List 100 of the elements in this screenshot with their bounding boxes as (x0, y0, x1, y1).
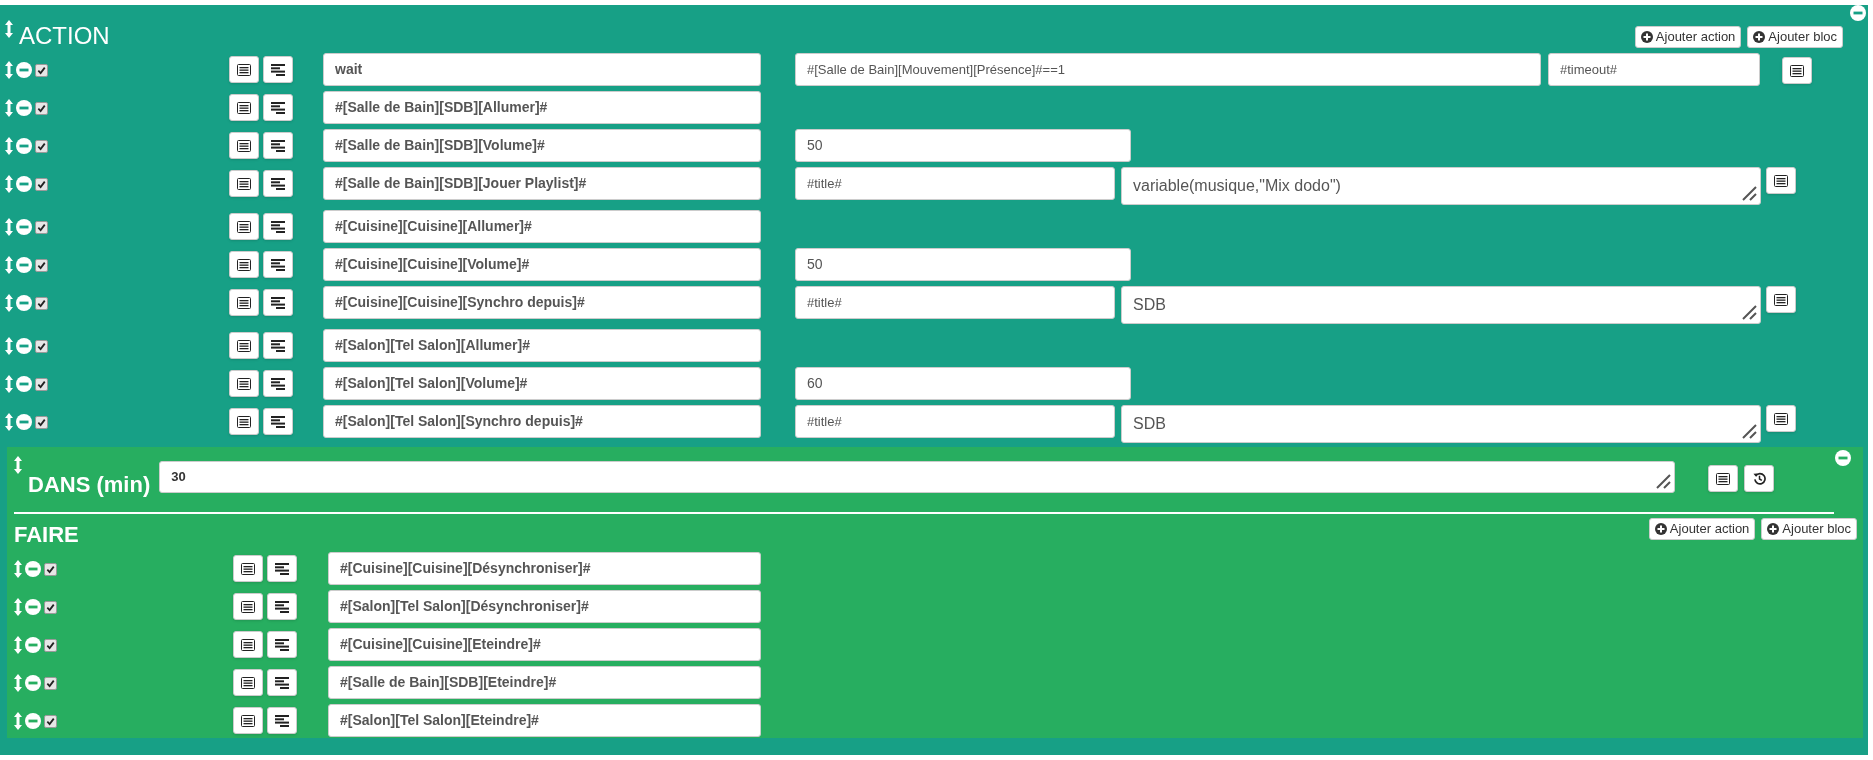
timeout-field[interactable]: #timeout# (1548, 53, 1760, 86)
align-button[interactable] (263, 132, 293, 159)
move-handle-icon[interactable] (5, 175, 13, 193)
enable-checkbox[interactable] (35, 177, 48, 191)
command-field[interactable]: #[Salon][Tel Salon][Synchro depuis]# (323, 405, 761, 438)
delay-field[interactable]: 30 (159, 461, 1676, 493)
options-button[interactable] (1766, 167, 1796, 194)
message-textarea[interactable]: SDB (1121, 405, 1761, 443)
enable-checkbox[interactable] (44, 714, 57, 728)
enable-checkbox[interactable] (35, 139, 48, 153)
options-button[interactable] (1766, 286, 1796, 313)
resize-grip-icon[interactable] (1741, 423, 1757, 439)
enable-checkbox[interactable] (35, 101, 48, 115)
move-handle-icon[interactable] (14, 636, 22, 654)
list-button[interactable] (229, 332, 259, 359)
message-textarea[interactable]: SDB (1121, 286, 1761, 324)
move-handle-icon[interactable] (14, 712, 22, 730)
command-field[interactable]: #[Salon][Tel Salon][Désynchroniser]# (328, 590, 761, 623)
history-button[interactable] (1744, 465, 1775, 492)
list-button[interactable] (229, 289, 259, 316)
list-button[interactable] (229, 170, 259, 197)
list-button[interactable] (233, 555, 263, 582)
command-field[interactable]: #[Salle de Bain][SDB][Allumer]# (323, 91, 761, 124)
move-handle-icon[interactable] (5, 218, 13, 236)
value-field[interactable]: 60 (795, 367, 1131, 400)
list-button[interactable] (229, 370, 259, 397)
options-button[interactable] (1782, 57, 1812, 84)
align-button[interactable] (263, 170, 293, 197)
command-field[interactable]: #[Cuisine][Cuisine][Allumer]# (323, 210, 761, 243)
command-field[interactable]: #[Salon][Tel Salon][Allumer]# (323, 329, 761, 362)
move-handle-icon[interactable] (5, 61, 13, 79)
move-handle-icon[interactable] (14, 560, 22, 578)
move-handle-icon[interactable] (14, 674, 22, 692)
command-field[interactable]: #[Cuisine][Cuisine][Eteindre]# (328, 628, 761, 661)
align-button[interactable] (263, 370, 293, 397)
list-button[interactable] (229, 94, 259, 121)
list-button[interactable] (233, 669, 263, 696)
remove-icon[interactable] (1850, 5, 1866, 21)
list-button[interactable] (229, 56, 259, 83)
command-field[interactable]: #[Salle de Bain][SDB][Eteindre]# (328, 666, 761, 699)
command-field[interactable]: #[Salon][Tel Salon][Volume]# (323, 367, 761, 400)
align-button[interactable] (263, 56, 293, 83)
command-field[interactable]: #[Salle de Bain][SDB][Volume]# (323, 129, 761, 162)
title-field[interactable]: #title# (795, 405, 1115, 438)
command-field[interactable]: #[Cuisine][Cuisine][Synchro depuis]# (323, 286, 761, 319)
value-field[interactable]: 50 (795, 248, 1131, 281)
align-button[interactable] (267, 707, 297, 734)
list-button[interactable] (233, 707, 263, 734)
enable-checkbox[interactable] (44, 638, 57, 652)
enable-checkbox[interactable] (44, 562, 57, 576)
enable-checkbox[interactable] (44, 600, 57, 614)
align-button[interactable] (263, 332, 293, 359)
list-button[interactable] (229, 408, 259, 435)
move-handle-icon[interactable] (5, 256, 13, 274)
align-button[interactable] (267, 669, 297, 696)
add-button[interactable]: Ajouter action (1648, 518, 1756, 540)
list-button[interactable] (229, 213, 259, 240)
align-button[interactable] (263, 94, 293, 121)
move-handle-icon[interactable] (5, 375, 13, 393)
add-button[interactable]: Ajouter action (1634, 26, 1742, 48)
list-button[interactable] (229, 132, 259, 159)
enable-checkbox[interactable] (44, 676, 57, 690)
list-button[interactable] (233, 631, 263, 658)
align-button[interactable] (263, 213, 293, 240)
command-field[interactable]: #[Salle de Bain][SDB][Jouer Playlist]# (323, 167, 761, 200)
move-handle-icon[interactable] (5, 20, 13, 38)
command-field[interactable]: wait (323, 53, 761, 86)
options-button[interactable] (1708, 465, 1739, 492)
command-field[interactable]: #[Cuisine][Cuisine][Volume]# (323, 248, 761, 281)
add-button[interactable]: Ajouter bloc (1747, 26, 1843, 48)
resize-grip-icon[interactable] (1655, 473, 1672, 489)
align-button[interactable] (263, 408, 293, 435)
title-field[interactable]: #title# (795, 286, 1115, 319)
command-field[interactable]: #[Cuisine][Cuisine][Désynchroniser]# (328, 552, 761, 585)
enable-checkbox[interactable] (35, 258, 48, 272)
enable-checkbox[interactable] (35, 296, 48, 310)
move-handle-icon[interactable] (5, 337, 13, 355)
move-handle-icon[interactable] (5, 99, 13, 117)
command-field[interactable]: #[Salon][Tel Salon][Eteindre]# (328, 704, 761, 737)
message-textarea[interactable]: variable(musique,"Mix dodo") (1121, 167, 1761, 205)
move-handle-icon[interactable] (5, 413, 13, 431)
align-button[interactable] (267, 555, 297, 582)
align-button[interactable] (267, 631, 297, 658)
align-button[interactable] (263, 251, 293, 278)
list-button[interactable] (233, 593, 263, 620)
enable-checkbox[interactable] (35, 339, 48, 353)
options-button[interactable] (1766, 405, 1796, 432)
condition-field[interactable]: #[Salle de Bain][Mouvement][Présence]#==1 (795, 53, 1541, 86)
move-handle-icon[interactable] (14, 456, 22, 474)
add-button[interactable]: Ajouter bloc (1761, 518, 1857, 540)
enable-checkbox[interactable] (35, 377, 48, 391)
move-handle-icon[interactable] (14, 598, 22, 616)
title-field[interactable]: #title# (795, 167, 1115, 200)
enable-checkbox[interactable] (35, 220, 48, 234)
align-button[interactable] (267, 593, 297, 620)
move-handle-icon[interactable] (5, 137, 13, 155)
remove-icon[interactable] (1835, 450, 1851, 466)
value-field[interactable]: 50 (795, 129, 1131, 162)
align-button[interactable] (263, 289, 293, 316)
enable-checkbox[interactable] (35, 63, 48, 77)
